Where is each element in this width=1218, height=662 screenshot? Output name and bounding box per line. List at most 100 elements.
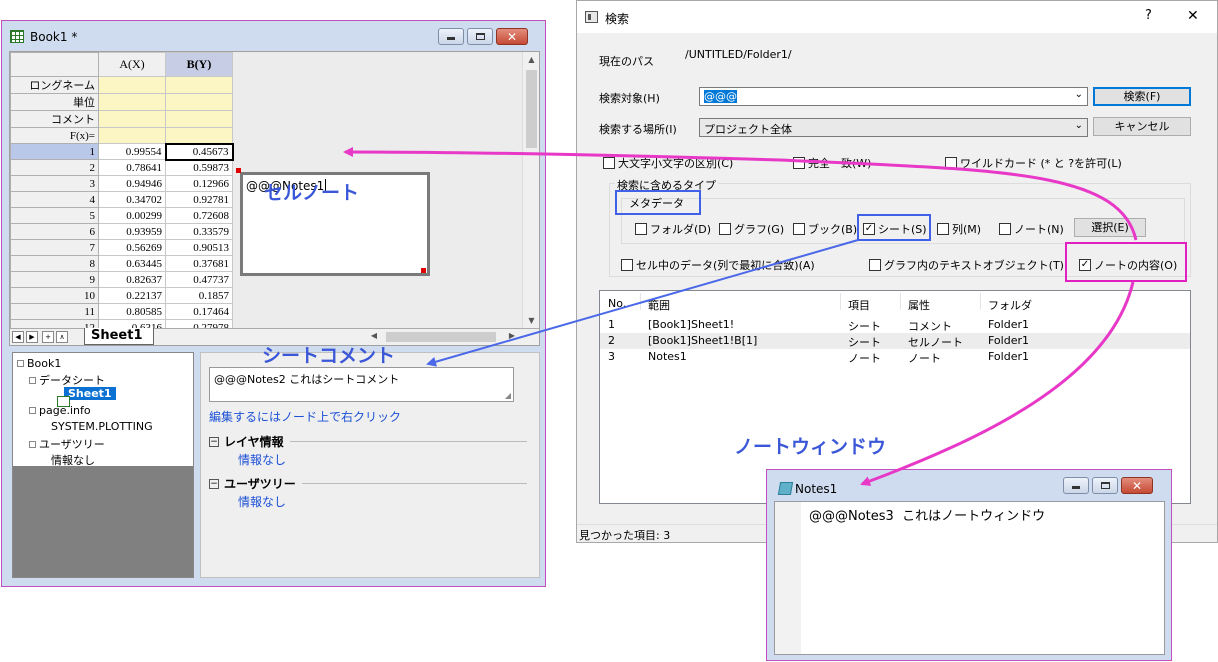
notes-window[interactable]: Notes1 ✕ @@@Notes3 これはノートウィンドウ [766, 469, 1172, 661]
dialog-close-button[interactable]: ✕ [1187, 8, 1199, 24]
row-header[interactable]: 6 [10, 223, 99, 240]
cell-b[interactable]: 0.90513 [165, 239, 233, 256]
maximize-button[interactable] [467, 28, 493, 45]
close-button[interactable]: ✕ [1121, 477, 1153, 494]
row-label-comment[interactable]: コメント [10, 110, 99, 128]
chevron-down-icon[interactable]: ⌄ [1075, 120, 1083, 131]
minimize-button[interactable] [1063, 477, 1089, 494]
row-header[interactable]: 7 [10, 239, 99, 256]
tree-node-usertree[interactable]: ユーザツリー [29, 436, 105, 452]
cell-b-active[interactable]: 0.45673 [164, 142, 234, 161]
note-content-checkbox[interactable]: ✓ ノートの内容(O) [1079, 257, 1177, 273]
result-row[interactable]: 2 [Book1]Sheet1!B[1] シート セルノート Folder1 [600, 333, 1190, 349]
note-checkbox[interactable]: ノート(N) [999, 221, 1064, 237]
search-dialog[interactable]: 検索 ? ✕ 現在のパス /UNTITLED/Folder1/ 検索対象(H) … [576, 0, 1218, 543]
tab-next-icon[interactable]: ▶ [26, 331, 38, 343]
scroll-left-icon[interactable]: ◀ [368, 331, 380, 340]
row-label-units[interactable]: 単位 [10, 93, 99, 111]
row-header[interactable]: 8 [10, 255, 99, 272]
results-col-no[interactable]: No. [608, 297, 626, 310]
tree-node-plotting[interactable]: SYSTEM.PLOTTING [51, 420, 153, 433]
tree-node-pageinfo[interactable]: page.info [29, 404, 91, 417]
row-header[interactable]: 10 [10, 287, 99, 304]
row-header[interactable]: 11 [10, 303, 99, 320]
exact-match-checkbox[interactable]: 完全一致(W) [793, 155, 871, 171]
row-header[interactable]: 1 [10, 143, 99, 160]
row-header[interactable]: 9 [10, 271, 99, 288]
scroll-thumb[interactable] [386, 332, 496, 342]
cell[interactable] [165, 110, 233, 128]
row-label-longname[interactable]: ロングネーム [10, 76, 99, 94]
row-header[interactable]: 3 [10, 175, 99, 192]
cell-a[interactable]: 0.00299 [98, 207, 166, 224]
cell-a[interactable]: 0.56269 [98, 239, 166, 256]
result-row[interactable]: 1 [Book1]Sheet1! シート コメント Folder1 [600, 317, 1190, 333]
cell-b[interactable]: 0.12966 [165, 175, 233, 192]
wildcard-checkbox[interactable]: ワイルドカード (* と ?を許可(L) [945, 155, 1122, 171]
cell-a[interactable]: 0.99554 [98, 143, 166, 160]
results-col-item[interactable]: 項目 [848, 297, 870, 313]
tree-node-sheet1[interactable]: Sheet1 [49, 387, 116, 407]
close-button[interactable]: ✕ [496, 28, 528, 45]
book-titlebar[interactable]: Book1 * ✕ [2, 21, 545, 51]
minimize-button[interactable] [438, 28, 464, 45]
search-button[interactable]: 検索(F) [1093, 87, 1191, 106]
cell-a[interactable]: 0.80585 [98, 303, 166, 320]
grid-corner[interactable] [10, 52, 99, 77]
results-col-range[interactable]: 範囲 [648, 297, 670, 313]
scroll-down-icon[interactable]: ▼ [523, 316, 539, 325]
cell-b[interactable]: 0.47737 [165, 271, 233, 288]
cell-b[interactable]: 0.1857 [165, 287, 233, 304]
chevron-down-icon[interactable]: ⌄ [1075, 89, 1083, 100]
search-scope-select[interactable]: プロジェクト全体 ⌄ [699, 118, 1088, 137]
sheet-comment-field[interactable]: @@@Notes2 これはシートコメント ◢ [209, 367, 514, 402]
results-col-folder[interactable]: フォルダ [988, 297, 1032, 313]
cell[interactable] [165, 127, 233, 144]
tree-node-book[interactable]: Book1 [17, 357, 61, 370]
tree-node-datasheet[interactable]: データシート [29, 372, 105, 388]
cell[interactable] [165, 76, 233, 94]
graph-text-checkbox[interactable]: グラフ内のテキストオブジェクト(T) [869, 257, 1064, 273]
row-header[interactable]: 2 [10, 159, 99, 176]
cancel-button[interactable]: キャンセル [1093, 117, 1191, 136]
cell[interactable] [165, 93, 233, 111]
worksheet-grid[interactable]: A(X) B(Y) ロングネーム 単位 コメント F(x)= 1 0.99554… [10, 52, 234, 336]
cell-b[interactable]: 0.17464 [165, 303, 233, 320]
folder-checkbox[interactable]: フォルダ(D) [635, 221, 711, 237]
column-header-a[interactable]: A(X) [98, 52, 166, 77]
scroll-up-icon[interactable]: ▲ [523, 55, 539, 64]
case-sensitive-checkbox[interactable]: 大文字小文字の区別(C) [603, 155, 733, 171]
cell-a[interactable]: 0.94946 [98, 175, 166, 192]
tab-prev-icon[interactable]: ◀ [12, 331, 24, 343]
notes-editor[interactable]: @@@Notes3 これはノートウィンドウ [774, 501, 1165, 655]
scroll-right-icon[interactable]: ▶ [506, 331, 518, 340]
scroll-thumb[interactable] [526, 70, 537, 148]
notes-content[interactable]: @@@Notes3 これはノートウィンドウ [809, 505, 1045, 524]
book-checkbox[interactable]: ブック(B) [793, 221, 857, 237]
layer-info-header[interactable]: − レイヤ情報 [209, 433, 527, 450]
search-titlebar[interactable]: 検索 ? ✕ [577, 1, 1217, 33]
book-window[interactable]: Book1 * ✕ A(X) B(Y) ロングネーム 単位 コメント F(x)=… [1, 20, 546, 587]
cell[interactable] [98, 93, 166, 111]
results-col-attr[interactable]: 属性 [908, 297, 930, 313]
cell-a[interactable]: 0.34702 [98, 191, 166, 208]
sheet-comment-text[interactable]: @@@Notes2 これはシートコメント [214, 373, 399, 386]
graph-checkbox[interactable]: グラフ(G) [719, 221, 784, 237]
vertical-scrollbar[interactable]: ▲ ▼ [522, 52, 539, 332]
cell[interactable] [98, 127, 166, 144]
collapse-icon[interactable]: − [209, 436, 219, 447]
column-header-b[interactable]: B(Y) [165, 52, 233, 77]
cell-a[interactable]: 0.78641 [98, 159, 166, 176]
result-row[interactable]: 3 Notes1 ノート ノート Folder1 [600, 349, 1190, 365]
sheet-checkbox[interactable]: ✓ シート(S) [863, 221, 927, 237]
cell-a[interactable]: 0.93959 [98, 223, 166, 240]
organizer-tree[interactable]: Book1 データシート Sheet1 page.info SYSTEM.PLO… [12, 352, 194, 578]
resize-grip-icon[interactable]: ◢ [505, 391, 511, 400]
cell-data-checkbox[interactable]: セル中のデータ(列で最初に合致)(A) [621, 257, 815, 273]
cell-a[interactable]: 0.63445 [98, 255, 166, 272]
row-label-fx[interactable]: F(x)= [10, 127, 99, 144]
tab-sheet1[interactable]: Sheet1 [84, 328, 154, 345]
cell[interactable] [98, 76, 166, 94]
collapse-icon[interactable]: − [209, 478, 219, 489]
cell-b[interactable]: 0.72608 [165, 207, 233, 224]
